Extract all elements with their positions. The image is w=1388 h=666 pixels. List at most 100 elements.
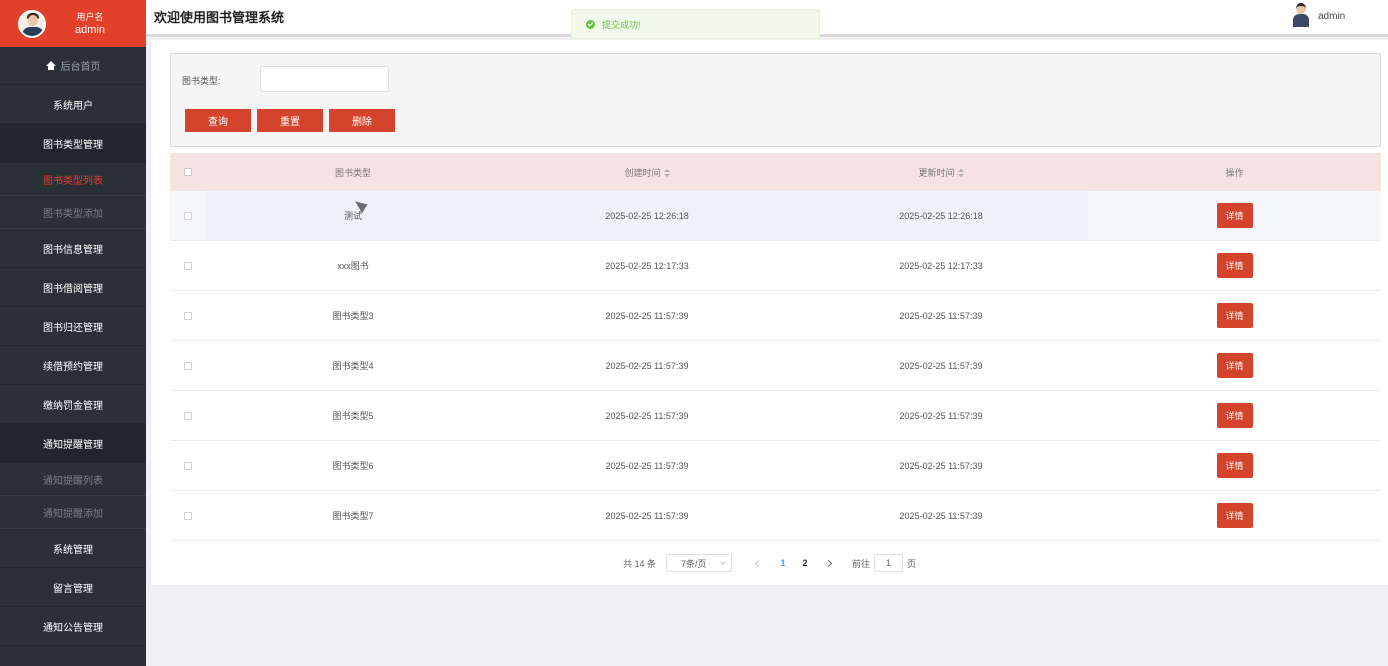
detail-button[interactable]: 详情 xyxy=(1216,453,1253,478)
row-checkbox[interactable] xyxy=(184,411,192,420)
avatar[interactable] xyxy=(18,9,46,38)
sidebar-subitem-notification-add[interactable]: 通知提醒添加 xyxy=(0,496,146,529)
row-checkbox[interactable] xyxy=(184,311,192,320)
sort-icon[interactable] xyxy=(957,169,964,178)
sidebar-item-renew-reserve[interactable]: 续借预约管理 xyxy=(0,346,146,385)
page-1[interactable]: 1 xyxy=(774,558,792,568)
header-created-label: 创建时间 xyxy=(624,167,661,178)
sidebar-item-home[interactable]: 后台首页 xyxy=(0,47,146,85)
prev-page-button[interactable] xyxy=(752,556,766,570)
user-role: 用户名 xyxy=(76,11,104,22)
header-avatar[interactable] xyxy=(1293,3,1309,27)
header-type: 图书类型 xyxy=(334,167,371,178)
sidebar-item-label: 图书归还管理 xyxy=(43,322,103,334)
sidebar-item-system-management[interactable]: 系统管理 xyxy=(0,529,146,568)
sidebar-item-label: 后台首页 xyxy=(60,62,101,73)
detail-button[interactable]: 详情 xyxy=(1216,253,1253,278)
detail-button[interactable]: 详情 xyxy=(1216,303,1253,328)
cell-updated: 2025-02-25 11:57:39 xyxy=(899,310,983,321)
search-label: 图书类型: xyxy=(182,76,221,86)
reset-button[interactable]: 重置 xyxy=(257,109,323,132)
cell-type: 测试 xyxy=(206,191,500,240)
pagination: 共 14 条 7条/页 1 2 前往 1 页 xyxy=(151,554,1388,572)
sidebar-item-label: 图书类型添加 xyxy=(43,208,103,220)
sidebar-item-label: 图书信息管理 xyxy=(43,244,103,256)
chevron-left-icon xyxy=(755,559,763,567)
cell-type: 图书类型6 xyxy=(332,461,374,471)
pagination-total: 共 14 条 xyxy=(622,558,656,569)
cell-created: 2025-02-25 11:57:39 xyxy=(605,360,689,371)
page-size-select[interactable]: 7条/页 xyxy=(665,554,732,572)
table-row[interactable]: 图书类型5 2025-02-25 11:57:39 2025-02-25 11:57… xyxy=(170,391,1381,441)
goto-page-input[interactable]: 1 xyxy=(874,554,903,572)
sidebar-subitem-notification-list[interactable]: 通知提醒列表 xyxy=(0,463,146,496)
sidebar-item-book-type-management[interactable]: 图书类型管理 xyxy=(0,124,146,163)
sidebar-subitem-book-type-list[interactable]: 图书类型列表 xyxy=(0,163,146,196)
chevron-down-icon xyxy=(720,559,726,565)
table-row[interactable]: 图书类型3 2025-02-25 11:57:39 2025-02-25 11:57… xyxy=(170,291,1381,341)
row-checkbox[interactable] xyxy=(184,261,192,270)
sidebar-item-label: 缴纳罚金管理 xyxy=(43,400,103,412)
query-button[interactable]: 查询 xyxy=(185,109,251,132)
check-circle-icon xyxy=(586,19,595,29)
sidebar-item-system-users[interactable]: 系统用户 xyxy=(0,85,146,124)
sidebar-subitem-book-type-add[interactable]: 图书类型添加 xyxy=(0,196,146,229)
detail-button[interactable]: 详情 xyxy=(1216,403,1253,428)
sidebar-item-label: 通知公告管理 xyxy=(43,622,103,634)
next-page-button[interactable] xyxy=(822,556,836,570)
book-type-table: 图书类型 创建时间 更新时间 操作 测试 2025-02-25 12:26:18 2… xyxy=(170,153,1381,541)
header-created[interactable]: 创建时间 xyxy=(500,166,794,179)
sidebar-item-announcements[interactable]: 通知公告管理 xyxy=(0,607,146,646)
cell-updated: 2025-02-25 12:17:33 xyxy=(899,260,983,271)
sort-icon[interactable] xyxy=(663,169,670,178)
cell-created: 2025-02-25 12:26:18 xyxy=(500,191,794,240)
cell-updated: 2025-02-25 11:57:39 xyxy=(899,410,983,421)
sidebar-item-label: 留言管理 xyxy=(53,583,93,595)
page-2[interactable]: 2 xyxy=(796,558,814,568)
header-username[interactable]: admin xyxy=(1318,11,1345,22)
sidebar-item-book-info[interactable]: 图书信息管理 xyxy=(0,229,146,268)
detail-button[interactable]: 详情 xyxy=(1216,203,1253,228)
success-toast: 提交成功! xyxy=(571,9,820,39)
sidebar-item-label: 图书类型列表 xyxy=(43,175,103,187)
page-title: 欢迎使用图书管理系统 xyxy=(154,10,285,25)
delete-button[interactable]: 删除 xyxy=(329,109,395,132)
main-area: 图书类型: 查询 重置 删除 图书类型 创建时间 更新时间 操作 测试 2025-… xyxy=(146,40,1388,666)
cell-created: 2025-02-25 11:57:39 xyxy=(605,510,689,521)
header-updated[interactable]: 更新时间 xyxy=(794,166,1088,179)
sidebar-item-label: 系统用户 xyxy=(53,100,93,112)
table-row[interactable]: 图书类型7 2025-02-25 11:57:39 2025-02-25 11:57… xyxy=(170,491,1381,541)
detail-button[interactable]: 详情 xyxy=(1216,353,1253,378)
home-icon xyxy=(45,61,56,70)
cell-updated: 2025-02-25 12:26:18 xyxy=(794,191,1088,240)
sidebar-item-label: 通知提醒管理 xyxy=(43,439,103,451)
table-row[interactable]: 测试 2025-02-25 12:26:18 2025-02-25 12:26:18… xyxy=(170,191,1381,241)
sidebar-item-messages[interactable]: 留言管理 xyxy=(0,568,146,607)
page-suffix: 页 xyxy=(907,558,917,569)
sidebar-item-label: 图书类型管理 xyxy=(43,139,103,151)
sidebar-item-notification-management[interactable]: 通知提醒管理 xyxy=(0,424,146,463)
detail-button[interactable]: 详情 xyxy=(1216,503,1253,528)
sidebar: 用户名 admin 后台首页 系统用户 图书类型管理 图书类型列表 图书类型添加… xyxy=(0,0,146,666)
row-checkbox[interactable] xyxy=(184,511,192,520)
table-row[interactable]: xxx图书 2025-02-25 12:17:33 2025-02-25 12:17… xyxy=(170,241,1381,291)
goto-label: 前往 xyxy=(851,558,870,569)
table-row[interactable]: 图书类型4 2025-02-25 11:57:39 2025-02-25 11:57… xyxy=(170,341,1381,391)
sidebar-item-label: 通知提醒添加 xyxy=(43,508,103,520)
sidebar-item-fines[interactable]: 缴纳罚金管理 xyxy=(0,385,146,424)
sidebar-item-label: 系统管理 xyxy=(53,544,93,556)
book-type-search-input[interactable] xyxy=(260,66,389,92)
content-panel: 图书类型: 查询 重置 删除 图书类型 创建时间 更新时间 操作 测试 2025-… xyxy=(151,40,1388,585)
row-checkbox[interactable] xyxy=(184,361,192,370)
sidebar-item-book-borrow[interactable]: 图书借阅管理 xyxy=(0,268,146,307)
select-all-checkbox[interactable] xyxy=(184,168,192,176)
user-block: 用户名 admin xyxy=(0,0,146,47)
cell-created: 2025-02-25 12:17:33 xyxy=(605,260,689,271)
cell-type: 图书类型3 xyxy=(332,311,374,321)
table-row[interactable]: 图书类型6 2025-02-25 11:57:39 2025-02-25 11:57… xyxy=(170,441,1381,491)
row-checkbox[interactable] xyxy=(184,211,192,220)
sidebar-item-book-return[interactable]: 图书归还管理 xyxy=(0,307,146,346)
row-checkbox[interactable] xyxy=(184,461,192,470)
cell-type: xxx图书 xyxy=(337,261,369,271)
sidebar-item-label: 图书借阅管理 xyxy=(43,283,103,295)
